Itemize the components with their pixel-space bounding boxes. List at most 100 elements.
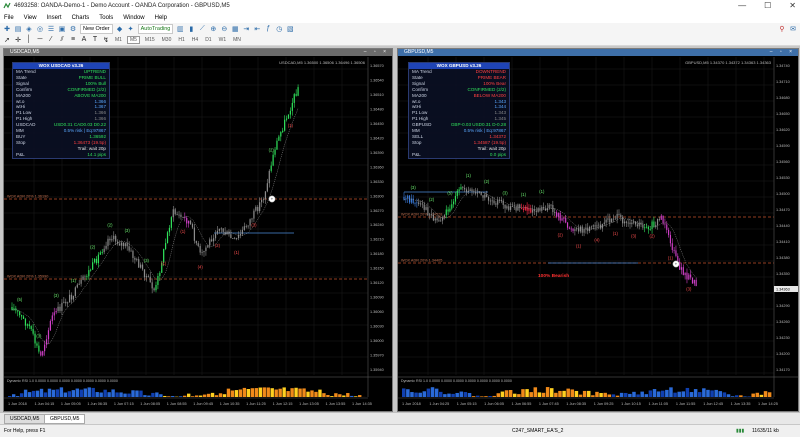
oscillator-bar bbox=[334, 393, 337, 397]
fibonacci-icon[interactable]: ≡ bbox=[69, 36, 77, 44]
menu-charts[interactable]: Charts bbox=[72, 13, 90, 23]
oscillator-bar bbox=[460, 392, 463, 397]
profiles-icon[interactable]: ▤ bbox=[14, 25, 22, 33]
timeframe-m1[interactable]: M1 bbox=[113, 37, 124, 43]
candle-body bbox=[180, 215, 181, 217]
chart-window-caption[interactable]: USDCAD,M5 – ▫ × bbox=[4, 49, 392, 56]
swing-count-label: (1) bbox=[668, 255, 674, 260]
cursor-icon[interactable]: ➚ bbox=[3, 36, 11, 44]
menu-file[interactable]: File bbox=[4, 13, 14, 23]
candle-body bbox=[77, 285, 78, 288]
oscillator-bar bbox=[661, 391, 664, 397]
time-axis-label: 1 Jun 13:05 bbox=[299, 402, 319, 406]
candle-body bbox=[431, 214, 432, 215]
candle-body bbox=[444, 215, 445, 217]
candle-body bbox=[61, 303, 62, 311]
price-axis-label: 1.36210 bbox=[370, 238, 384, 242]
zoom-out-icon[interactable]: ⊖ bbox=[220, 25, 228, 33]
label-icon[interactable]: T bbox=[91, 36, 99, 44]
chart-window-buttons[interactable]: – ▫ × bbox=[770, 49, 795, 56]
data-window-icon[interactable]: ◎ bbox=[36, 25, 44, 33]
periods-icon[interactable]: ◷ bbox=[275, 25, 283, 33]
candle-body bbox=[213, 238, 214, 241]
crosshair-icon[interactable]: ✛ bbox=[14, 36, 22, 44]
tab-gbpusd[interactable]: GBPUSD,M5 bbox=[44, 414, 85, 424]
new-order-button[interactable]: New Order bbox=[80, 24, 113, 34]
candlestick-icon[interactable]: ▮ bbox=[187, 25, 195, 33]
oscillator-bar bbox=[492, 396, 495, 397]
trendline-icon[interactable]: ⁄ bbox=[47, 36, 55, 44]
bar-chart-icon[interactable]: ▥ bbox=[176, 25, 184, 33]
autoscroll-icon[interactable]: ⇥ bbox=[242, 25, 250, 33]
candle-body bbox=[119, 244, 120, 246]
timeframe-h4[interactable]: H4 bbox=[190, 37, 200, 43]
vertical-line-icon[interactable]: │ bbox=[25, 36, 33, 44]
metaeditor-icon[interactable]: ◆ bbox=[116, 25, 124, 33]
candle-body bbox=[600, 225, 601, 229]
chart-window-buttons[interactable]: – ▫ × bbox=[364, 49, 389, 56]
tab-usdcad[interactable]: USDCAD,M5 bbox=[4, 414, 45, 424]
search-icon[interactable]: ⚲ bbox=[778, 25, 786, 33]
candle-body bbox=[567, 223, 568, 228]
options-icon[interactable]: ✦ bbox=[127, 25, 135, 33]
timeframe-m5[interactable]: M5 bbox=[127, 36, 140, 44]
new-chart-icon[interactable]: ✚ bbox=[3, 25, 11, 33]
swing-count-label: (1) bbox=[576, 243, 582, 248]
line-chart-icon[interactable]: ⟋ bbox=[198, 25, 206, 33]
chart-window-usdcad[interactable]: USDCAD,M5 – ▫ × USDCAD,M5 1.36500 1.3650… bbox=[3, 48, 393, 412]
arrows-icon[interactable]: ↯ bbox=[102, 36, 110, 44]
timeframe-m15[interactable]: M15 bbox=[143, 37, 157, 43]
equidistant-channel-icon[interactable]: ⫽ bbox=[58, 36, 66, 44]
indicators-icon[interactable]: ƒ bbox=[264, 25, 272, 33]
minimize-button[interactable]: — bbox=[738, 1, 746, 10]
timeframe-w1[interactable]: W1 bbox=[217, 37, 229, 43]
close-button[interactable]: ✕ bbox=[789, 1, 796, 10]
menu-help[interactable]: Help bbox=[155, 13, 167, 23]
navigator-icon[interactable]: ☰ bbox=[47, 25, 55, 33]
horizontal-line-icon[interactable]: ─ bbox=[36, 36, 44, 44]
candle-body bbox=[228, 231, 229, 234]
candle-body bbox=[27, 324, 28, 325]
oscillator-bar bbox=[350, 396, 353, 397]
candle-body bbox=[259, 202, 260, 211]
price-axis-label: 1.36240 bbox=[370, 223, 384, 227]
maximize-button[interactable]: ☐ bbox=[764, 1, 771, 10]
text-icon[interactable]: A bbox=[80, 36, 88, 44]
menu-window[interactable]: Window bbox=[123, 13, 144, 23]
oscillator-bar bbox=[653, 389, 656, 397]
autotrading-button[interactable]: AutoTrading bbox=[138, 24, 174, 34]
templates-icon[interactable]: ▧ bbox=[286, 25, 294, 33]
candle-body bbox=[451, 204, 452, 208]
timeframe-h1[interactable]: H1 bbox=[176, 37, 186, 43]
timeframe-m30[interactable]: M30 bbox=[160, 37, 174, 43]
oscillator-bar bbox=[608, 394, 611, 397]
oscillator-bar bbox=[747, 396, 750, 397]
wox-info-panel-gbpusd: WOX GBPUSD v3.26 MA TrendDOWNTRENDStateP… bbox=[408, 62, 510, 159]
chart-shift-icon[interactable]: ⇤ bbox=[253, 25, 261, 33]
candle-body bbox=[44, 345, 45, 352]
chart-window-caption[interactable]: GBPUSD,M5 – ▫ × bbox=[398, 49, 798, 56]
chat-icon[interactable]: ✉ bbox=[789, 25, 797, 33]
timeframe-d1[interactable]: D1 bbox=[203, 37, 213, 43]
timeframe-mn[interactable]: MN bbox=[231, 37, 243, 43]
menu-bar: File View Insert Charts Tools Window Hel… bbox=[0, 13, 800, 23]
chart-window-gbpusd[interactable]: GBPUSD,M5 – ▫ × GBPUSD,M5 1.34370 1.3437… bbox=[397, 48, 799, 412]
candle-body bbox=[565, 218, 566, 223]
menu-tools[interactable]: Tools bbox=[99, 13, 113, 23]
candle-body bbox=[646, 227, 647, 228]
oscillator-bar bbox=[760, 395, 763, 397]
candle-body bbox=[602, 224, 603, 228]
price-axis-label: 1.34200 bbox=[776, 352, 790, 356]
candle-body bbox=[633, 222, 634, 223]
oscillator-bar bbox=[215, 395, 218, 397]
candle-body bbox=[209, 239, 210, 245]
menu-insert[interactable]: Insert bbox=[47, 13, 62, 23]
market-watch-icon[interactable]: ◈ bbox=[25, 25, 33, 33]
candle-body bbox=[675, 250, 676, 256]
terminal-icon[interactable]: ▣ bbox=[58, 25, 66, 33]
tile-windows-icon[interactable]: ▦ bbox=[231, 25, 239, 33]
zoom-in-icon[interactable]: ⊕ bbox=[209, 25, 217, 33]
menu-view[interactable]: View bbox=[24, 13, 37, 23]
candle-body bbox=[661, 216, 662, 220]
strategy-tester-icon[interactable]: ⚙ bbox=[69, 25, 77, 33]
